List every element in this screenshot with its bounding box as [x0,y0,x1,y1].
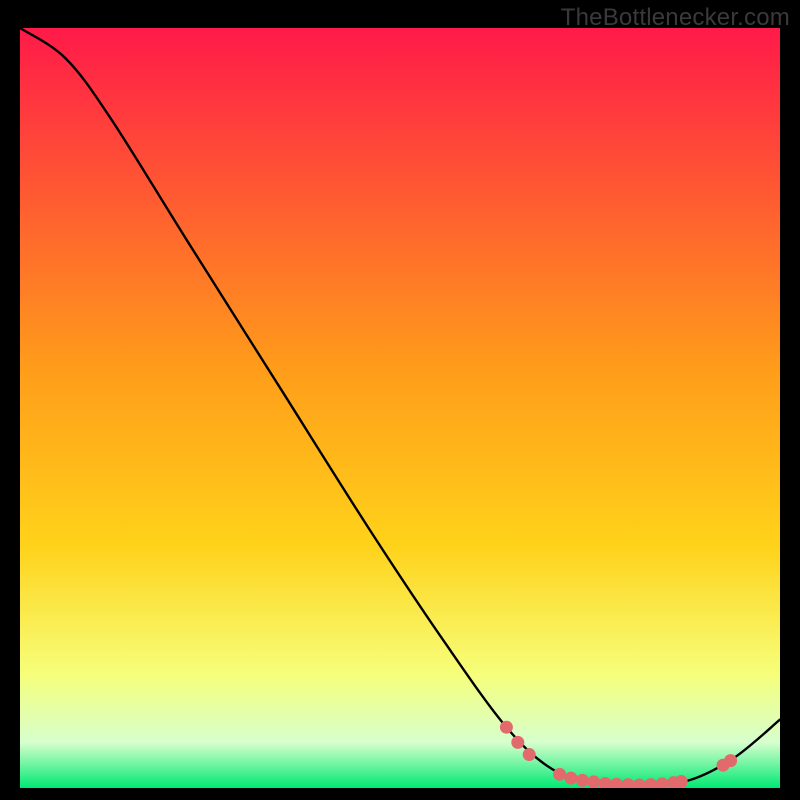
watermark-text: TheBottlenecker.com [561,4,790,32]
gradient-background [20,28,780,788]
chart-frame: TheBottlenecker.com [0,0,800,800]
chart-dot [587,775,600,788]
chart-dot [511,736,524,749]
chart-dot [523,748,536,761]
chart-dot [500,721,513,734]
chart-dot [565,772,578,785]
chart-dot [576,774,589,787]
chart-dot [675,775,688,788]
chart-svg [20,28,780,788]
chart-dot [553,768,566,781]
chart-dot [724,754,737,767]
chart-plot-area [20,28,780,788]
